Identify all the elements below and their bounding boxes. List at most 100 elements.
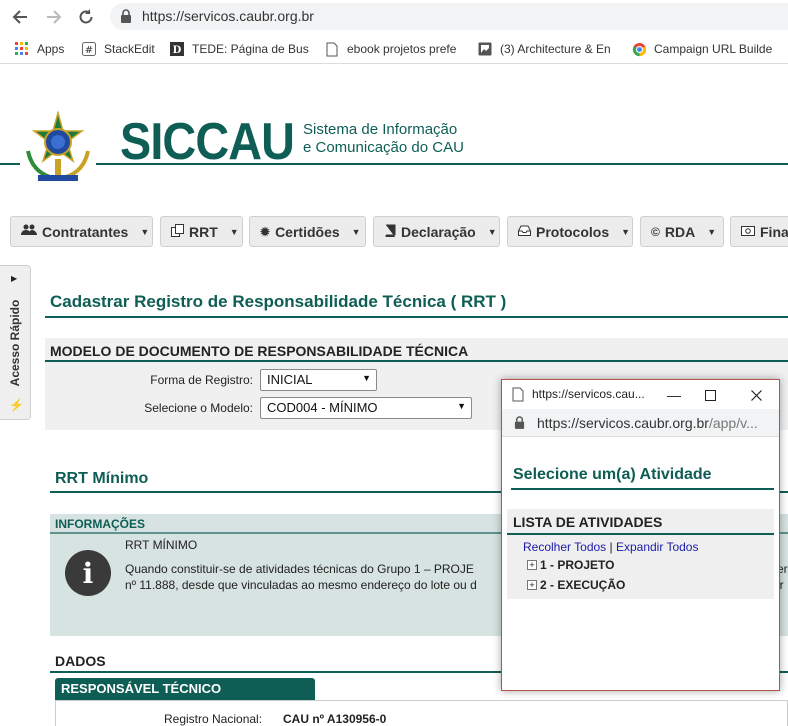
chrome-icon <box>631 41 647 57</box>
responsavel-tecnico-panel: Registro Nacional: CAU nº A130956-0 <box>55 700 788 726</box>
page-icon <box>512 387 524 402</box>
menu-rda[interactable]: © RDA ▼ <box>640 216 724 247</box>
collapse-all-link[interactable]: Recolher Todos <box>523 540 606 554</box>
siccau-logo-text: SICCAU <box>120 113 295 171</box>
lock-icon <box>121 9 131 23</box>
atividade-popup-window: https://servicos.cau... — https://servic… <box>501 379 780 691</box>
bookmarks-bar: Apps # StackEdit D TEDE: Página de Busc … <box>0 33 788 64</box>
atividades-list-divider <box>507 533 774 535</box>
menu-label: Fina <box>760 223 788 240</box>
menu-label: Certidões <box>275 223 340 240</box>
forma-registro-label: Forma de Registro: <box>150 373 253 387</box>
bookmark-label: Apps <box>37 42 65 56</box>
tree-item-execucao[interactable]: + 2 - EXECUÇÃO <box>527 578 625 592</box>
address-url: https://servicos.caubr.org.br <box>142 8 314 24</box>
svg-text:#: # <box>85 45 93 56</box>
bookmark-label: Campaign URL Builde <box>654 42 773 56</box>
tree-item-projeto[interactable]: + 1 - PROJETO <box>527 558 614 572</box>
bookmark-label: TEDE: Página de Busc <box>192 42 309 56</box>
bookmark-tede[interactable]: D TEDE: Página de Busc <box>169 40 309 58</box>
bookmark-ebook[interactable]: ebook projetos prefe <box>324 40 462 58</box>
rrt-minimo-title: RRT Mínimo <box>55 470 149 487</box>
acesso-rapido-tab[interactable]: ▶ Acesso Rápido ⚡ <box>0 265 31 420</box>
bookmark-stackedit[interactable]: # StackEdit <box>81 40 161 58</box>
modelo-select[interactable]: COD004 - MÍNIMO ▼ <box>260 397 472 419</box>
logo-subtitle-line2: e Comunicação do CAU <box>303 139 464 156</box>
page: { "browser": { "url": "https://servicos.… <box>0 0 788 726</box>
close-button[interactable] <box>736 382 776 408</box>
modelo-label: Selecione o Modelo: <box>144 401 253 415</box>
menu-financeiro[interactable]: Fina <box>730 216 788 247</box>
info-body-line: nº 11.888, desde que vinculadas ao mesmo… <box>125 578 477 592</box>
caret-down-icon: ▼ <box>140 226 150 237</box>
forward-button[interactable] <box>43 6 65 28</box>
bookmark-apps[interactable]: Apps <box>14 40 74 58</box>
popup-heading: Selecione um(a) Atividade <box>513 466 712 483</box>
responsavel-tecnico-tab[interactable]: RESPONSÁVEL TÉCNICO <box>55 678 315 700</box>
dropdown-arrow-icon: ▼ <box>362 373 371 383</box>
certificate-icon: ✹ <box>260 224 271 239</box>
menu-label: Declaração <box>401 223 476 240</box>
back-button[interactable] <box>9 6 31 28</box>
reload-icon <box>79 9 93 24</box>
forma-registro-select[interactable]: INICIAL ▼ <box>260 369 377 391</box>
expand-plus-icon[interactable]: + <box>527 560 537 570</box>
expand-all-link[interactable]: Expandir Todos <box>616 540 699 554</box>
caret-down-icon: ▼ <box>621 226 631 237</box>
caret-down-icon: ▼ <box>229 226 239 237</box>
menu-label: Protocolos <box>536 223 610 240</box>
tree-controls: Recolher Todos | Expandir Todos <box>523 540 698 554</box>
header-divider <box>0 163 788 165</box>
back-arrow-icon <box>12 10 27 24</box>
modelo-heading: MODELO DE DOCUMENTO DE RESPONSABILIDADE … <box>50 343 469 359</box>
bookmark-campaign[interactable]: Campaign URL Builde <box>631 40 788 58</box>
logo-subtitle: Sistema de Informação e Comunicação do C… <box>303 121 464 157</box>
dados-heading: DADOS <box>55 653 106 669</box>
main-menu: Contratantes ▼ RRT ▼ ✹ Certidões ▼ Decla… <box>0 205 788 257</box>
modelo-value: COD004 - MÍNIMO <box>267 400 378 415</box>
stackedit-icon: # <box>81 41 97 57</box>
menu-contratantes[interactable]: Contratantes ▼ <box>10 216 153 247</box>
popup-title: https://servicos.cau... <box>532 387 645 401</box>
menu-certidoes[interactable]: ✹ Certidões ▼ <box>249 216 366 247</box>
close-icon <box>750 389 762 401</box>
popup-url-path: /app/v... <box>708 415 758 431</box>
minimize-button[interactable]: — <box>654 382 694 408</box>
expand-plus-icon[interactable]: + <box>527 580 537 590</box>
menu-declaracao[interactable]: Declaração ▼ <box>373 216 500 247</box>
caret-down-icon: ▼ <box>487 226 497 237</box>
info-body-text: Quando constituir-se de atividades técni… <box>125 561 477 593</box>
menu-label: RRT <box>189 223 218 240</box>
dropdown-arrow-icon: ▼ <box>457 401 466 411</box>
menu-rrt[interactable]: RRT ▼ <box>160 216 243 247</box>
atividades-list: LISTA DE ATIVIDADES Recolher Todos | Exp… <box>507 509 774 599</box>
menu-label: RDA <box>664 223 696 240</box>
popup-titlebar: https://servicos.cau... — <box>502 380 779 409</box>
bookmark-image-icon <box>477 41 493 57</box>
popup-address-bar[interactable]: https://servicos.caubr.org.br/app/v... <box>502 409 779 437</box>
money-icon <box>741 225 755 239</box>
bookmark-label: StackEdit <box>104 42 155 56</box>
maximize-button[interactable] <box>690 382 730 408</box>
users-icon <box>21 224 37 239</box>
site-header: SICCAU Sistema de Informação e Comunicaç… <box>0 65 788 205</box>
page-title: Cadastrar Registro de Responsabilidade T… <box>50 292 507 311</box>
address-bar[interactable]: https://servicos.caubr.org.br <box>110 3 788 30</box>
tree-item-label: 1 - PROJETO <box>540 558 615 572</box>
info-title-text: RRT MÍNIMO <box>125 538 198 552</box>
inbox-icon <box>518 225 531 239</box>
menu-protocolos[interactable]: Protocolos ▼ <box>507 216 633 247</box>
modelo-divider <box>45 360 788 362</box>
copyright-icon: © <box>651 224 660 239</box>
logo-subtitle-line1: Sistema de Informação <box>303 121 458 138</box>
reload-button[interactable] <box>75 6 97 28</box>
informacoes-heading: INFORMAÇÕES <box>55 517 145 531</box>
tree-item-label: 2 - EXECUÇÃO <box>540 578 626 592</box>
links-separator: | <box>609 540 613 554</box>
forma-registro-value: INICIAL <box>267 372 313 387</box>
bookmark-architecture[interactable]: (3) Architecture & En <box>477 40 617 58</box>
registro-nacional-value: CAU nº A130956-0 <box>283 712 387 726</box>
caret-right-icon: ▶ <box>11 274 18 283</box>
info-body-line: Quando constituir-se de atividades técni… <box>125 562 474 576</box>
bolt-icon: ⚡ <box>9 398 24 412</box>
